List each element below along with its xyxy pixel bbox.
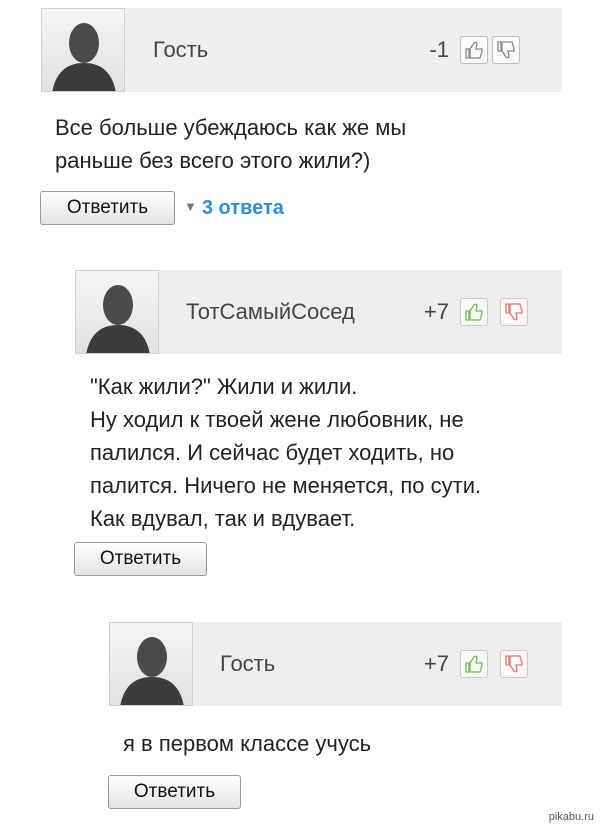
username[interactable]: ТотСамыйСосед [186,270,355,354]
thumbs-up-icon[interactable] [460,36,488,64]
thumbs-down-icon[interactable] [492,36,520,64]
comment-text: Все больше убеждаюсь как же мы раньше бе… [55,111,406,177]
comment-text: я в первом классе учусь [123,727,371,760]
comment-text-line: я в первом классе учусь [123,731,372,756]
comment-text-line: "Как жили?" Жили и жили. [90,374,358,399]
comment-text-line: палился. И сейчас будет ходить, но [90,440,455,465]
comment-text-line: Ну ходил к твоей жене любовник, не [90,407,464,432]
default-avatar-icon[interactable] [109,622,193,706]
score: -1 [429,37,449,62]
triangle-down-icon: ▼ [184,199,197,214]
thumbs-up-icon[interactable] [460,650,488,678]
comment-header: Гость +7 [109,622,562,706]
comment-text: "Как жили?" Жили и жили. Ну ходил к твое… [90,370,481,535]
thumbs-up-icon[interactable] [460,298,488,326]
replies-toggle[interactable]: ▼ 3 ответа [184,197,284,220]
username[interactable]: Гость [153,8,208,92]
thumbs-down-icon[interactable] [500,298,528,326]
comment-text-line: Как вдувал, так и вдувает. [90,506,356,531]
thumbs-down-icon[interactable] [500,650,528,678]
reply-button[interactable]: Ответить [40,191,175,225]
username[interactable]: Гость [220,622,275,706]
watermark: pikabu.ru [548,811,594,823]
replies-count[interactable]: 3 ответа [202,197,284,219]
reply-button[interactable]: Ответить [108,775,241,809]
score: +7 [423,299,449,324]
comment-header: Гость -1 [41,8,562,92]
default-avatar-icon[interactable] [75,270,159,354]
comment-header: ТотСамыйСосед +7 [75,270,562,354]
comment-text-line: палится. Ничего не меняется, по сути. [90,473,482,498]
reply-button[interactable]: Ответить [74,542,207,576]
default-avatar-icon[interactable] [41,8,125,92]
score: +7 [423,651,449,676]
comment-text-line: раньше без всего этого жили?) [55,148,371,173]
comment-text-line: Все больше убеждаюсь как же мы [55,115,407,140]
